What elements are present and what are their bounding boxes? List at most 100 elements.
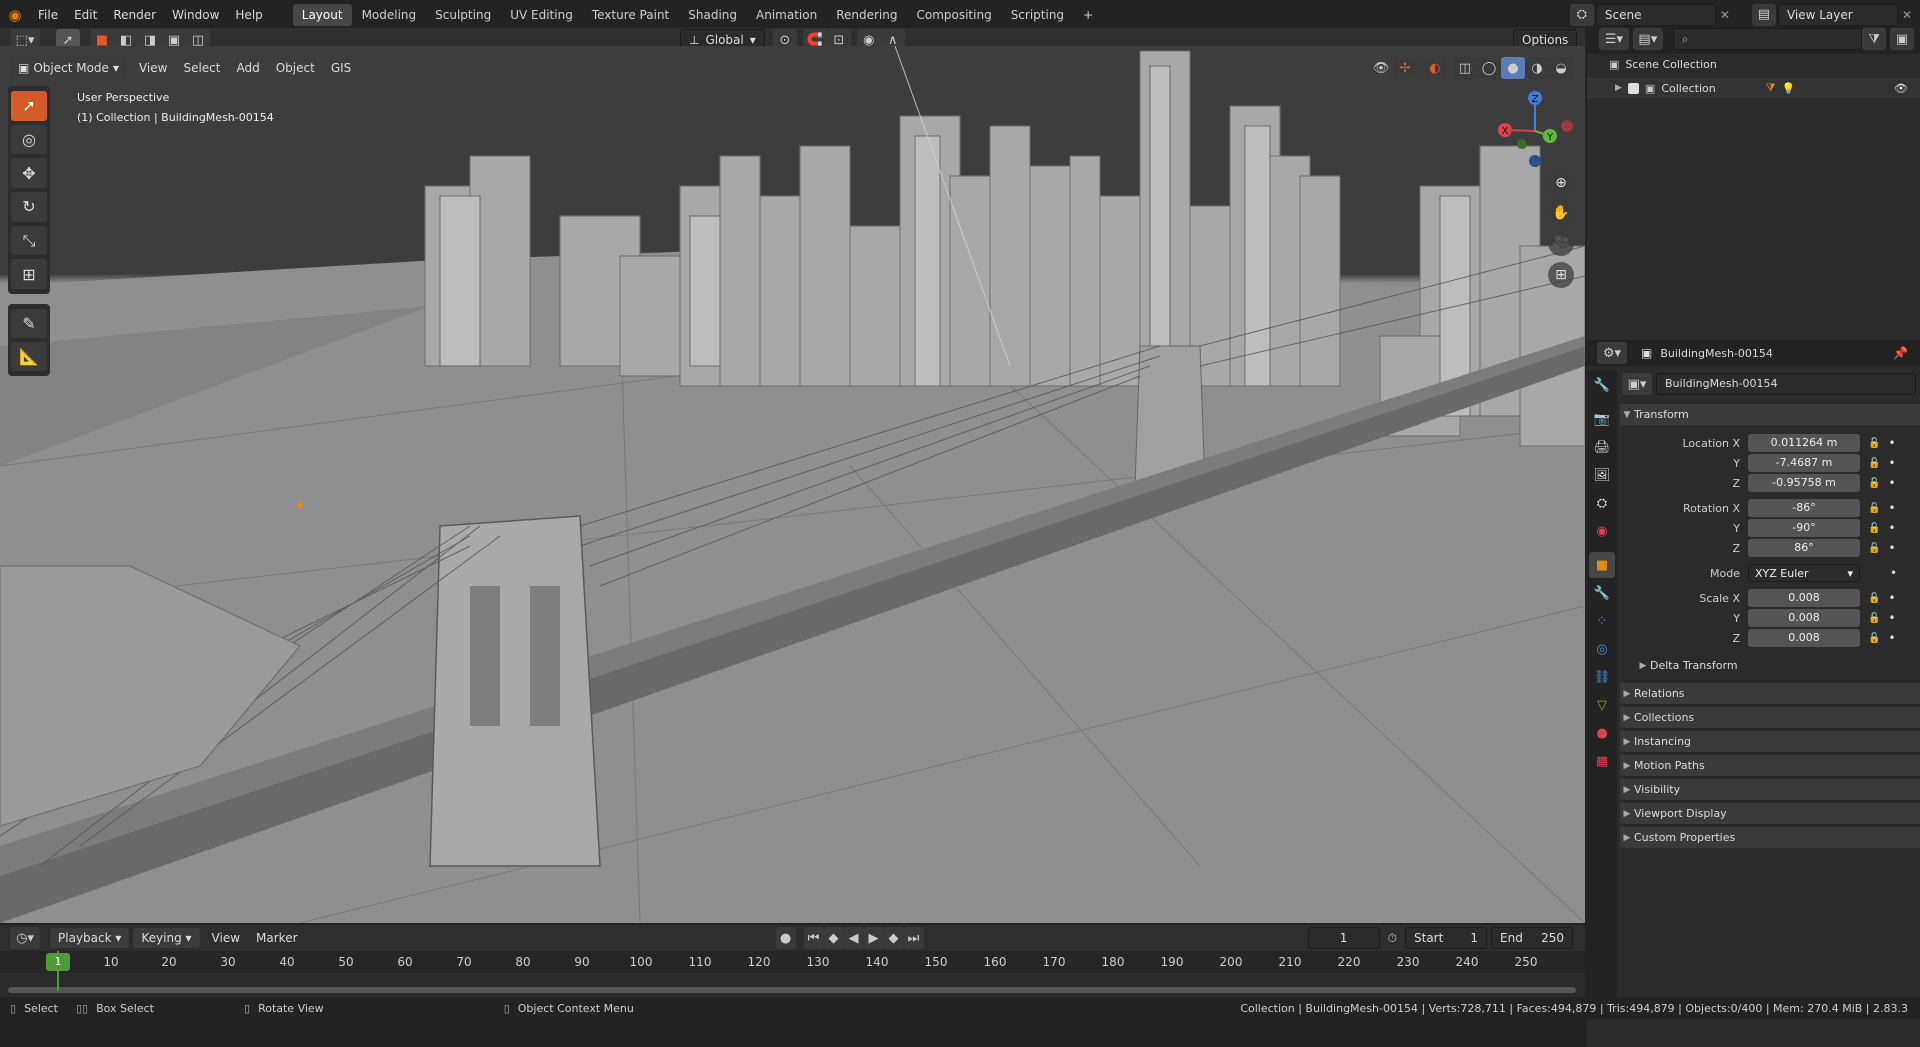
tab-sculpting[interactable]: Sculpting — [426, 4, 500, 26]
menu-file[interactable]: File — [30, 1, 66, 29]
keyframe-dot-icon[interactable]: • — [1888, 436, 1895, 450]
data-block-name-field[interactable]: BuildingMesh-00154 — [1656, 373, 1916, 395]
collections-panel-header[interactable]: ▶ Collections — [1620, 706, 1920, 728]
particles-tab-icon[interactable]: ⁘ — [1589, 608, 1615, 634]
output-tab-icon[interactable]: 🖨 — [1589, 434, 1615, 460]
pan-hand-icon[interactable]: ✋ — [1548, 200, 1574, 226]
relations-panel-header[interactable]: ▶ Relations — [1620, 682, 1920, 704]
navigation-gizmo[interactable]: Z X Y — [1490, 86, 1580, 176]
menu-add[interactable]: Add — [228, 61, 267, 75]
display-mode-icon[interactable]: ▤▾ — [1632, 28, 1663, 50]
scale-y-field[interactable]: 0.008 — [1748, 609, 1860, 627]
tool-tab-icon[interactable]: 🔧 — [1589, 372, 1615, 398]
tab-texture-paint[interactable]: Texture Paint — [583, 4, 678, 26]
overlay-toggle-icon[interactable]: ◐ — [1423, 57, 1447, 79]
xray-toggle-icon[interactable]: ◫ — [1453, 57, 1477, 79]
tab-compositing[interactable]: Compositing — [907, 4, 1000, 26]
lock-icon[interactable]: 🔓 — [1868, 503, 1880, 514]
ortho-perspective-icon[interactable]: ⊞ — [1548, 262, 1574, 288]
keyframe-dot-icon[interactable]: • — [1888, 521, 1895, 535]
shading-rendered-icon[interactable]: ◒ — [1549, 57, 1573, 79]
shading-solid-icon[interactable]: ● — [1501, 57, 1525, 79]
timeline-scrollbar[interactable] — [8, 987, 1576, 993]
object-tab-icon[interactable]: ■ — [1589, 552, 1615, 578]
tab-layout[interactable]: Layout — [292, 3, 352, 26]
keyframe-dot-icon[interactable]: • — [1888, 541, 1895, 555]
outliner-search-input[interactable]: ⌕ — [1672, 28, 1863, 50]
motion-paths-panel-header[interactable]: ▶ Motion Paths — [1620, 754, 1920, 776]
menu-object[interactable]: Object — [268, 61, 323, 75]
close-scene-icon[interactable]: ✕ — [1720, 8, 1730, 22]
timeline-menu-marker[interactable]: Marker — [248, 931, 305, 945]
keyframe-dot-icon[interactable]: • — [1890, 566, 1897, 580]
pin-icon[interactable]: 📌 — [1893, 346, 1908, 360]
menu-render[interactable]: Render — [105, 1, 164, 29]
select-box-tool-icon[interactable]: ➚ — [11, 91, 47, 121]
delta-transform-subpanel[interactable]: ▶ Delta Transform — [1636, 659, 1738, 672]
filter-icon[interactable]: ⧩ — [1862, 28, 1887, 50]
world-tab-icon[interactable]: ◉ — [1589, 518, 1615, 544]
camera-view-icon[interactable]: 🎥 — [1548, 230, 1574, 256]
location-y-field[interactable]: -7.4687 m — [1748, 454, 1860, 472]
stopwatch-icon[interactable]: ⏱ — [1388, 931, 1397, 946]
location-z-field[interactable]: -0.95758 m — [1748, 474, 1860, 492]
keyframe-dot-icon[interactable]: • — [1888, 631, 1895, 645]
timeline-editor-type-icon[interactable]: ◷▾ — [10, 927, 40, 949]
prev-keyframe-icon[interactable]: ◆ — [823, 927, 844, 949]
shading-wireframe-icon[interactable]: ◯ — [1477, 57, 1501, 79]
close-view-layer-icon[interactable]: ✕ — [1902, 8, 1912, 22]
playback-dropdown[interactable]: Playback ▾ — [50, 928, 130, 948]
gizmo-toggle-icon[interactable]: ✢ — [1393, 57, 1417, 79]
outliner-row-scene-collection[interactable]: ▣ Scene Collection — [1609, 58, 1717, 71]
lock-icon[interactable]: 🔓 — [1868, 478, 1880, 489]
timeline-menu-view[interactable]: View — [204, 931, 248, 945]
timeline-track[interactable] — [0, 973, 1585, 997]
3d-viewport[interactable] — [0, 46, 1585, 923]
blender-logo-icon[interactable]: ◉ — [0, 6, 30, 24]
viewport-display-panel-header[interactable]: ▶ Viewport Display — [1620, 802, 1920, 824]
visibility-eye-icon[interactable]: 👁 — [1894, 82, 1908, 95]
view-layer-tab-icon[interactable]: 🖼 — [1589, 462, 1615, 488]
outliner-editor-type-icon[interactable]: ☰▾ — [1599, 28, 1629, 50]
visibility-panel-header[interactable]: ▶ Visibility — [1620, 778, 1920, 800]
keyframe-dot-icon[interactable]: • — [1888, 591, 1895, 605]
tab-scripting[interactable]: Scripting — [1002, 4, 1073, 26]
lock-icon[interactable]: 🔓 — [1868, 543, 1880, 554]
material-tab-icon[interactable]: ● — [1589, 720, 1615, 746]
menu-view[interactable]: View — [131, 61, 175, 75]
next-keyframe-icon[interactable]: ◆ — [883, 927, 904, 949]
scene-icon[interactable]: ⛭ — [1569, 3, 1594, 26]
view-layer-field[interactable]: View Layer — [1777, 3, 1898, 26]
end-frame-field[interactable]: End 250 — [1491, 927, 1573, 949]
jump-end-icon[interactable]: ⏭ — [903, 927, 924, 949]
transform-tool-icon[interactable]: ⊞ — [11, 259, 47, 290]
modifiers-tab-icon[interactable]: 🔧 — [1589, 580, 1615, 606]
shading-material-icon[interactable]: ◑ — [1525, 57, 1549, 79]
custom-properties-panel-header[interactable]: ▶ Custom Properties — [1620, 826, 1920, 848]
annotate-tool-icon[interactable]: ✎ — [11, 309, 47, 338]
location-x-field[interactable]: 0.011264 m — [1748, 434, 1860, 452]
menu-help[interactable]: Help — [227, 1, 270, 29]
current-frame-field[interactable]: 1 — [1307, 927, 1380, 949]
measure-tool-icon[interactable]: 📐 — [11, 342, 47, 371]
jump-start-icon[interactable]: ⏮ — [803, 927, 824, 949]
menu-window[interactable]: Window — [164, 1, 227, 29]
instancing-panel-header[interactable]: ▶ Instancing — [1620, 730, 1920, 752]
tab-shading[interactable]: Shading — [679, 4, 746, 26]
transform-panel-header[interactable]: ▼ Transform — [1620, 403, 1920, 425]
data-tab-icon[interactable]: ▽ — [1589, 692, 1615, 718]
zoom-icon[interactable]: ⊕ — [1548, 170, 1574, 196]
scale-z-field[interactable]: 0.008 — [1748, 629, 1860, 647]
texture-tab-icon[interactable]: ▦ — [1589, 748, 1615, 774]
rotation-x-field[interactable]: -86° — [1748, 499, 1860, 517]
lock-icon[interactable]: 🔓 — [1868, 458, 1880, 469]
physics-tab-icon[interactable]: ◎ — [1589, 636, 1615, 662]
keyframe-dot-icon[interactable]: • — [1888, 456, 1895, 470]
rotation-y-field[interactable]: -90° — [1748, 519, 1860, 537]
lock-icon[interactable]: 🔓 — [1868, 593, 1880, 604]
expand-chevron-icon[interactable]: ▶ — [1615, 83, 1622, 93]
play-reverse-icon[interactable]: ◀ — [843, 927, 864, 949]
keying-dropdown[interactable]: Keying ▾ — [133, 928, 200, 948]
lock-icon[interactable]: 🔓 — [1868, 613, 1880, 624]
rotation-mode-dropdown[interactable]: XYZ Euler ▾ — [1748, 564, 1860, 582]
